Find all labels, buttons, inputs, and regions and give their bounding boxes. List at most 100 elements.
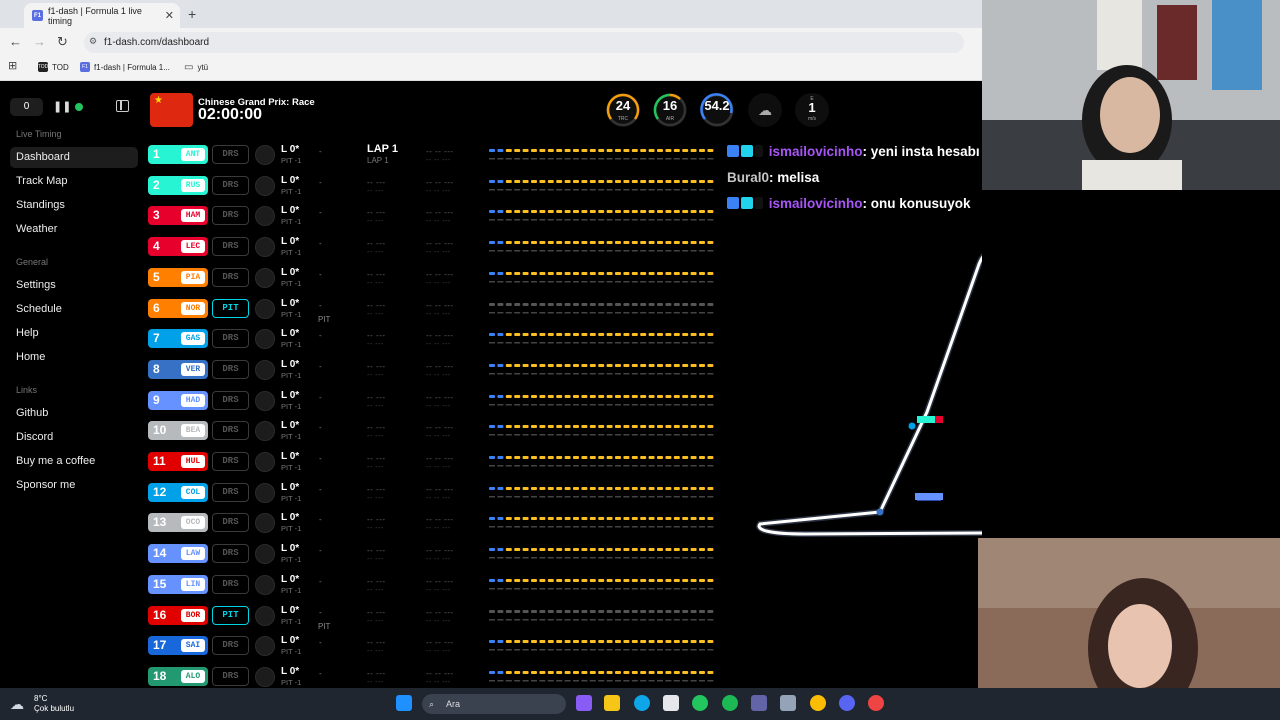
sidebar-item-sponsor-me[interactable]: Sponsor me — [10, 475, 138, 496]
mini-sector — [631, 241, 638, 245]
driver-row[interactable]: 18 ALO DRS L 0* PIT -1 - -- --- -- --- -- -- ---… — [148, 664, 723, 688]
mini-sector — [657, 149, 663, 152]
pause-icon[interactable]: ❚❚ — [53, 100, 71, 113]
chrome-icon[interactable] — [810, 695, 826, 711]
sidebar-toggle-icon[interactable] — [116, 100, 129, 112]
new-tab-icon[interactable]: + — [188, 6, 196, 22]
drs-status: DRS — [212, 513, 249, 533]
driver-row[interactable]: 12 COL DRS L 0* PIT -1 - -- --- -- --- -- -- ---… — [148, 480, 723, 511]
reload-icon[interactable]: ↻ — [57, 34, 68, 50]
mini-sector — [615, 394, 621, 398]
driver-row[interactable]: 7 GAS DRS L 0* PIT -1 - -- --- -- --- -- -- --- -… — [148, 326, 723, 357]
mini-sector-previous — [531, 649, 537, 651]
mini-sector-previous — [690, 526, 697, 528]
driver-row[interactable]: 17 SAI DRS L 0* PIT -1 - -- --- -- --- -- -- ---… — [148, 633, 723, 664]
mini-sector — [598, 394, 605, 398]
mini-sector-previous — [699, 649, 705, 651]
mini-sector — [623, 149, 630, 152]
site-info-icon[interactable]: ⚙ — [89, 36, 97, 47]
store-icon[interactable] — [663, 695, 679, 711]
mini-sector — [564, 394, 571, 398]
sidebar-item-track-map[interactable]: Track Map — [10, 171, 138, 192]
mini-sector — [673, 517, 680, 521]
apps-grid-icon[interactable]: ⊞ — [8, 59, 17, 72]
mini-sector-previous — [648, 618, 655, 620]
sidebar-item-help[interactable]: Help — [10, 323, 138, 344]
mini-sector — [497, 609, 504, 613]
mini-sector-previous — [665, 372, 672, 375]
cloud-rain-icon: ☁ — [758, 102, 772, 118]
mini-sectors — [489, 333, 714, 344]
file-explorer-icon[interactable] — [604, 695, 620, 711]
mini-sector-previous — [648, 280, 655, 283]
sidebar-item-home[interactable]: Home — [10, 347, 138, 368]
driver-row[interactable]: 14 LAW DRS L 0* PIT -1 - -- --- -- --- -- -- ---… — [148, 541, 723, 572]
close-tab-icon[interactable]: ✕ — [165, 9, 174, 22]
tyre-icon — [255, 359, 275, 380]
address-bar[interactable]: ⚙ f1-dash.com/dashboard — [84, 32, 964, 53]
laps-on-tyre: L 0* — [281, 512, 300, 524]
driver-row[interactable]: 16 BOR PIT L 0* PIT -1 - PIT -- --- -- --- -- -- … — [148, 603, 723, 634]
bookmark-folder-ytu[interactable]: ▭ ytü — [184, 62, 208, 73]
sidebar-item-buy-me-a-coffee[interactable]: Buy me a coffee — [10, 451, 138, 472]
sidebar-item-discord[interactable]: Discord — [10, 427, 138, 448]
sidebar-item-standings[interactable]: Standings — [10, 195, 138, 216]
driver-row[interactable]: 6 NOR PIT L 0* PIT -1 - PIT -- --- -- --- -- -- -… — [148, 296, 723, 327]
mini-sector-previous — [707, 618, 714, 620]
browser-tab[interactable]: F1 f1-dash | Formula 1 live timing ✕ — [24, 3, 180, 28]
mini-sector — [598, 486, 605, 490]
mini-sector-previous — [547, 526, 554, 528]
driver-row[interactable]: 8 VER DRS L 0* PIT -1 - -- --- -- --- -- -- --- -… — [148, 357, 723, 388]
driver-row[interactable]: 9 HAD DRS L 0* PIT -1 - -- --- -- --- -- -- --- -… — [148, 388, 723, 419]
mini-sector — [640, 456, 647, 459]
copilot-icon[interactable] — [576, 695, 592, 711]
mini-sector-previous — [640, 618, 647, 620]
bookmark-f1-dash[interactable]: F1 f1-dash | Formula 1... — [80, 62, 170, 72]
mini-sector-previous — [673, 250, 680, 252]
driver-row[interactable]: 2 RUS DRS L 0* PIT -1 - -- --- -- --- -- -- --- -… — [148, 173, 723, 204]
app-icon[interactable] — [780, 695, 796, 711]
mini-sector — [631, 179, 638, 183]
mini-sector — [531, 302, 537, 306]
back-icon[interactable]: ← — [9, 34, 22, 49]
driver-row[interactable]: 11 HUL DRS L 0* PIT -1 - -- --- -- --- -- -- ---… — [148, 449, 723, 480]
mini-sector-previous — [589, 618, 596, 620]
mini-sector — [497, 179, 504, 183]
spotify-icon[interactable] — [722, 695, 738, 711]
driver-row[interactable]: 10 BEA DRS L 0* PIT -1 - -- --- -- --- -- -- ---… — [148, 418, 723, 449]
mini-sector — [573, 486, 579, 490]
sidebar-item-settings[interactable]: Settings — [10, 275, 138, 296]
mini-sector — [598, 333, 605, 337]
mini-sector — [707, 302, 714, 306]
driver-row[interactable]: 13 OCO DRS L 0* PIT -1 - -- --- -- --- -- -- ---… — [148, 510, 723, 541]
driver-row[interactable]: 15 LIN DRS L 0* PIT -1 - -- --- -- --- -- -- ---… — [148, 572, 723, 603]
windows-start-icon[interactable] — [396, 695, 412, 711]
mini-sector-previous — [707, 649, 714, 651]
sidebar-item-github[interactable]: Github — [10, 403, 138, 424]
gap-to-leader: - — [319, 423, 322, 433]
bookmark-tod[interactable]: TOD TOD — [38, 62, 69, 72]
mini-sector-previous — [657, 618, 663, 620]
forward-icon[interactable]: → — [33, 34, 46, 49]
sidebar-item-weather[interactable]: Weather — [10, 219, 138, 240]
delay-input[interactable]: 0 — [10, 98, 43, 116]
mini-sector — [598, 241, 605, 245]
discord-icon[interactable] — [839, 695, 855, 711]
sidebar-item-dashboard[interactable]: Dashboard — [10, 147, 138, 168]
mini-sector — [556, 578, 563, 582]
teams-icon[interactable] — [751, 695, 767, 711]
mini-sector-previous — [522, 219, 529, 221]
driver-row[interactable]: 4 LEC DRS L 0* PIT -1 - -- --- -- --- -- -- --- -… — [148, 234, 723, 265]
edge-icon[interactable] — [634, 695, 650, 711]
sidebar-item-schedule[interactable]: Schedule — [10, 299, 138, 320]
driver-row[interactable]: 3 HAM DRS L 0* PIT -1 - -- --- -- --- -- -- --- -… — [148, 203, 723, 234]
mini-sector — [489, 179, 495, 183]
driver-row[interactable]: 5 PIA DRS L 0* PIT -1 - -- --- -- --- -- -- --- -… — [148, 265, 723, 296]
mini-sector-previous — [489, 495, 495, 498]
driver-row[interactable]: 1 ANT DRS L 0* PIT -1 - -- -- --- -- -- --- — [148, 142, 723, 173]
taskbar-search[interactable]: ⌕ Ara — [422, 694, 566, 714]
mini-sector-previous — [598, 250, 605, 252]
whatsapp-icon[interactable] — [692, 695, 708, 711]
obs-icon[interactable] — [868, 695, 884, 711]
car-cluster-upper-red — [935, 416, 943, 423]
